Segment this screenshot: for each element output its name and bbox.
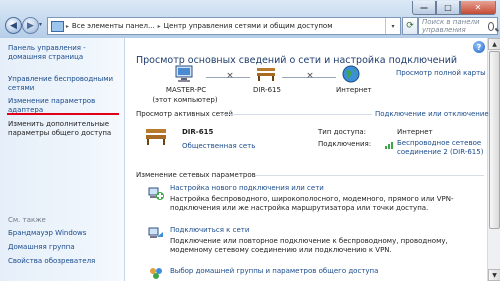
router-node (254, 66, 278, 84)
search-input[interactable]: Поиск в панели управления (422, 18, 488, 34)
task-connect-network-desc: Подключение или повторное подключение к … (170, 237, 448, 254)
search-icon (487, 21, 494, 31)
computer-node (160, 65, 210, 85)
sidebar-link-internet-options[interactable]: Свойства обозревателя (8, 257, 120, 266)
vertical-scrollbar[interactable]: ▲ ▼ (487, 38, 500, 281)
connections-label: Подключения: (318, 140, 372, 148)
network-type-link[interactable]: Общественная сеть (182, 142, 255, 150)
access-type-value: Интернет (397, 128, 433, 136)
see-also-heading: См. также (8, 216, 46, 224)
breadcrumb-network-center[interactable]: Центр управления сетями и общим доступом (161, 22, 336, 30)
sidebar-link-home[interactable]: Панель управления - домашняя страница (8, 44, 120, 62)
task-new-connection-link[interactable]: Настройка нового подключения или сети (170, 184, 324, 192)
computer-sub-label: (этот компьютер) (152, 96, 218, 104)
help-icon[interactable]: ? (473, 41, 485, 53)
refresh-icon: ⟳ (406, 21, 414, 31)
task-new-connection-desc: Настройка беспроводного, широкополосного… (170, 195, 454, 212)
maximize-button[interactable]: □ (436, 1, 460, 15)
minimize-button[interactable]: — (412, 1, 436, 15)
section-divider (256, 175, 484, 176)
sidebar-link-homegroup[interactable]: Домашняя группа (8, 243, 120, 252)
change-settings-heading: Изменение сетевых параметров (136, 171, 256, 179)
address-dropdown-button[interactable]: ▾ (385, 18, 400, 34)
router-name: DIR-615 (253, 86, 281, 94)
address-bar[interactable]: ▸ Все элементы панел... ▸ Центр управлен… (47, 17, 401, 35)
link-status-icon: × (226, 71, 234, 81)
forward-button[interactable]: ▶ (22, 17, 39, 34)
scroll-down-button[interactable]: ▼ (488, 269, 500, 281)
new-connection-icon (148, 187, 164, 200)
arrow-right-icon: ▶ (27, 20, 34, 31)
active-networks-heading: Просмотр активных сетей (136, 110, 233, 118)
scroll-up-button[interactable]: ▲ (488, 38, 500, 50)
control-panel-icon (51, 20, 64, 32)
internet-label: Интернет (336, 86, 372, 94)
bench-network-icon (146, 129, 166, 145)
internet-node (341, 65, 361, 85)
arrow-left-icon: ◀ (10, 20, 17, 31)
active-network-name: DIR-615 (182, 128, 214, 136)
wireless-signal-icon (385, 142, 393, 149)
connect-disconnect-link[interactable]: Подключение или отключение (375, 110, 489, 118)
homegroup-icon (150, 268, 162, 279)
globe-icon (342, 65, 360, 83)
sidebar-link-firewall[interactable]: Брандмауэр Windows (8, 229, 120, 238)
sidebar-link-wireless[interactable]: Управление беспроводными сетями (8, 75, 120, 93)
title-bar: — □ ✕ ◀ ▶ ▾ ▸ Все элементы панел... ▸ Це… (0, 0, 500, 38)
scroll-thumb[interactable] (489, 51, 500, 229)
computer-name: MASTER-PC (165, 86, 207, 94)
task-connect-network-link[interactable]: Подключиться к сети (170, 226, 249, 234)
computer-icon (175, 65, 193, 82)
link-status-icon: × (306, 71, 314, 81)
sidebar-link-sharing-settings[interactable]: Изменить дополнительные параметры общего… (8, 120, 120, 138)
wireless-connection-link[interactable]: Беспроводное сетевое соединение 2 (DIR-6… (397, 139, 487, 157)
section-divider (222, 114, 372, 115)
recent-pages-dropdown[interactable]: ▾ (39, 21, 42, 28)
bench-network-icon (257, 68, 275, 81)
back-button[interactable]: ◀ (5, 17, 22, 34)
breadcrumb-all-items[interactable]: Все элементы панел... (69, 22, 158, 30)
window-controls: — □ ✕ (412, 1, 496, 15)
connect-network-icon (148, 227, 163, 238)
task-homegroup-link[interactable]: Выбор домашней группы и параметров общег… (170, 267, 378, 275)
highlight-underline (7, 113, 119, 115)
refresh-button[interactable]: ⟳ (402, 17, 418, 35)
close-button[interactable]: ✕ (460, 1, 496, 15)
access-type-label: Тип доступа: (318, 128, 367, 136)
search-box[interactable]: Поиск в панели управления (418, 17, 498, 35)
full-map-link[interactable]: Просмотр полной карты (396, 69, 486, 77)
